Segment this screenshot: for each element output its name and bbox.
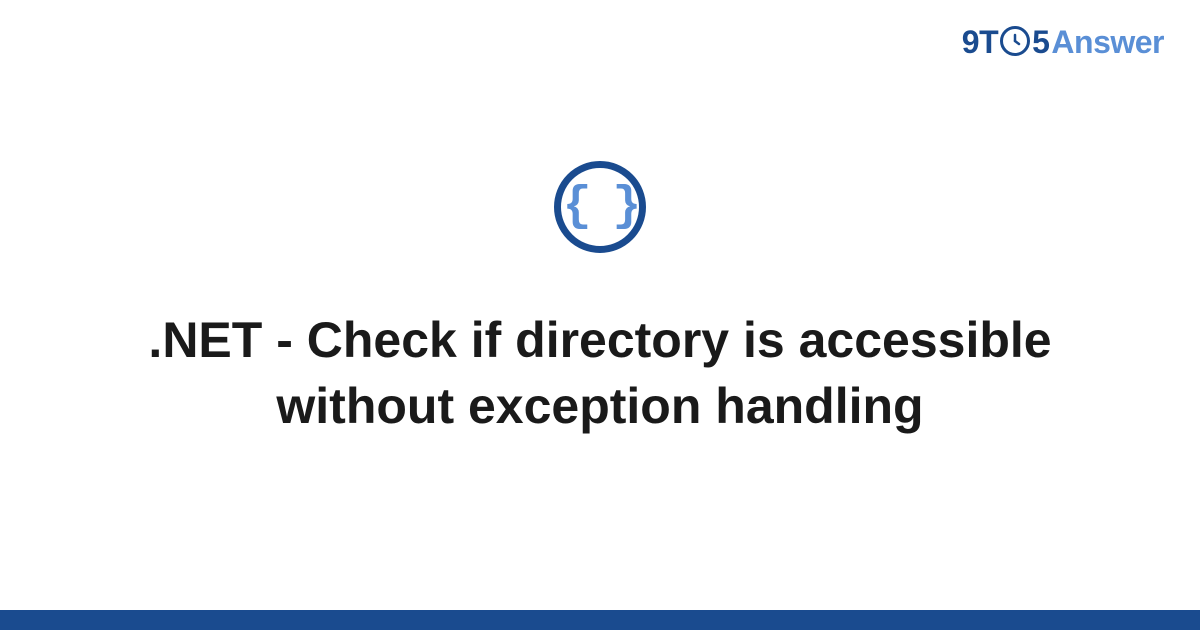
- main-content: { } .NET - Check if directory is accessi…: [0, 0, 1200, 630]
- code-braces-icon: { }: [563, 180, 637, 234]
- footer-accent-bar: [0, 610, 1200, 630]
- category-icon-circle: { }: [554, 161, 646, 253]
- page-title: .NET - Check if directory is accessible …: [120, 307, 1080, 439]
